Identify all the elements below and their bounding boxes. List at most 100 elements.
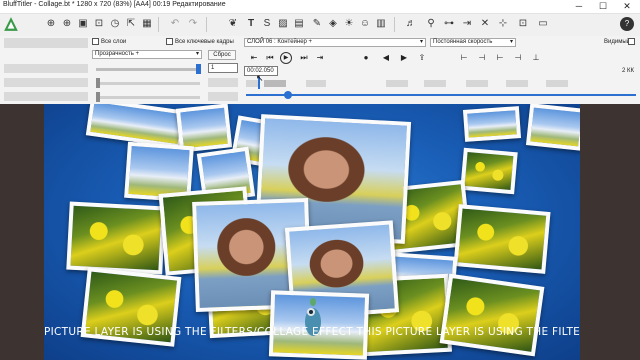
next-keyframe-icon[interactable]: ▶ — [398, 52, 410, 64]
collage-photo — [462, 106, 522, 142]
person-icon[interactable]: ☺ — [358, 17, 372, 31]
timeline-segment — [546, 80, 568, 87]
collage-photo — [460, 147, 518, 195]
jump-start-icon[interactable]: ⇤ — [248, 52, 260, 64]
collage-photo — [66, 201, 166, 275]
collage-photo — [453, 204, 551, 274]
text-layer-icon[interactable]: T — [244, 17, 258, 31]
title-bar: BluffTitler - Collage.bt * 1280 x 720 (8… — [0, 0, 640, 14]
slider-thumb-2[interactable] — [96, 78, 100, 88]
tool-c-icon[interactable]: ⇥ — [460, 17, 474, 31]
timeline-segment — [424, 80, 446, 87]
tool-a-icon[interactable]: ⚲ — [424, 17, 438, 31]
play-button[interactable]: ▶ — [280, 52, 292, 64]
visible-label: Видимый — [604, 39, 630, 45]
tool-g-icon[interactable]: ▭ — [536, 17, 550, 31]
slider-track-3[interactable] — [96, 96, 200, 99]
speed-dropdown[interactable]: Постоянная скорость ▾ — [430, 38, 516, 47]
timeline-playhead[interactable] — [284, 91, 292, 99]
close-button[interactable]: ✕ — [616, 0, 638, 13]
timeline-segment — [264, 80, 286, 87]
grid-icon[interactable]: ▦ — [140, 17, 154, 31]
timeline-segment — [506, 80, 528, 87]
all-keyframes-checkbox[interactable] — [166, 38, 173, 45]
speed-dropdown-value: Постоянная скорость — [433, 39, 493, 45]
folder-icon[interactable]: ⇱ — [124, 17, 138, 31]
visible-checkbox[interactable] — [628, 38, 635, 45]
audio-icon[interactable]: ♬ — [404, 17, 418, 31]
all-layers-checkbox[interactable] — [92, 38, 99, 45]
panel-slot — [208, 78, 238, 87]
transparency-slider-thumb[interactable] — [196, 64, 201, 74]
distribute-icon[interactable]: ⊥ — [530, 52, 542, 64]
minimize-button[interactable]: ─ — [568, 0, 590, 13]
save-icon[interactable]: ▣ — [76, 17, 90, 31]
slider-thumb-3[interactable] — [96, 92, 100, 102]
keyframe-dot-icon[interactable]: ● — [360, 52, 372, 64]
add-layer-icon[interactable]: ⊕ — [60, 17, 74, 31]
redo-icon[interactable]: ↷ — [186, 17, 200, 31]
all-layers-label: Все слои — [101, 39, 127, 45]
chevron-down-icon: ▾ — [419, 39, 423, 45]
open-icon[interactable]: ⊡ — [92, 17, 106, 31]
value-input[interactable]: 1 — [208, 63, 238, 73]
undo-icon[interactable]: ↶ — [168, 17, 182, 31]
toolbar-separator — [394, 17, 395, 32]
prev-keyframe-icon[interactable]: ◀ — [380, 52, 392, 64]
timeline-track[interactable] — [246, 94, 636, 96]
slider-track-2[interactable] — [96, 82, 200, 85]
render-preview[interactable] — [44, 104, 580, 360]
align-center-right-icon[interactable]: ⊢ — [494, 52, 506, 64]
panel-slot — [4, 78, 88, 87]
property-dropdown-value: Прозрачность + — [95, 51, 140, 57]
chevron-down-icon: ▾ — [195, 51, 199, 57]
tool-e-icon[interactable]: ⊹ — [496, 17, 510, 31]
window-title: BluffTitler - Collage.bt * 1280 x 720 (8… — [3, 1, 226, 8]
all-keyframes-label: Все ключевые кадры — [175, 39, 234, 45]
prev-frame-icon[interactable]: ⏮ — [264, 52, 276, 64]
next-frame-icon[interactable]: ⏭ — [298, 52, 310, 64]
maximize-button[interactable]: ☐ — [592, 0, 614, 13]
panel-slot — [208, 92, 238, 101]
scrolling-text-ticker: PICTURE LAYER IS USING THE FILTERS/COLLA… — [44, 326, 580, 338]
plugin-icon[interactable]: ✎ — [310, 17, 324, 31]
panel-slot — [4, 38, 88, 48]
reset-button[interactable]: Сброс — [208, 50, 236, 60]
main-toolbar: ⊕ ⊕ ▣ ⊡ ◷ ⇱ ▦ ↶ ↷ ❦ T S ▨ ▤ ✎ ◈ ☀ ☺ ▥ ♬ … — [0, 14, 640, 36]
layer-dropdown[interactable]: СЛОЙ 06 : Контейнер + ▾ — [244, 38, 426, 47]
collage-photo — [525, 104, 580, 151]
new-show-icon[interactable]: ⊕ — [44, 17, 58, 31]
timeline-segment — [386, 80, 408, 87]
jump-end-icon[interactable]: ⇥ — [314, 52, 326, 64]
ruler-icon[interactable]: ▥ — [374, 17, 388, 31]
toolbar-separator — [158, 17, 159, 32]
panel-slot — [4, 92, 88, 101]
property-dropdown[interactable]: Прозрачность + ▾ — [92, 50, 202, 59]
timer-icon[interactable]: ◷ — [108, 17, 122, 31]
video-layer-icon[interactable]: ▤ — [292, 17, 306, 31]
keyframe-count: 2 КК — [622, 68, 634, 74]
transparency-slider-track[interactable] — [96, 68, 200, 71]
tool-b-icon[interactable]: ⊶ — [442, 17, 456, 31]
chevron-down-icon: ▾ — [509, 39, 513, 45]
paint-icon[interactable]: ❦ — [226, 17, 240, 31]
picture-layer-icon[interactable]: ▨ — [276, 17, 290, 31]
logo-icon[interactable] — [3, 16, 19, 32]
mouse-cursor-icon: ↖ — [256, 73, 264, 83]
layer-dropdown-value: СЛОЙ 06 : Контейнер + — [247, 39, 313, 45]
align-left-icon[interactable]: ⊢ — [458, 52, 470, 64]
export-icon[interactable]: ⇪ — [416, 52, 428, 64]
tool-f-icon[interactable]: ⊡ — [516, 17, 530, 31]
s-layer-icon[interactable]: S — [260, 17, 274, 31]
tool-d-icon[interactable]: ✕ — [478, 17, 492, 31]
lightbulb-icon[interactable]: ☀ — [342, 17, 356, 31]
timeline-segment — [466, 80, 488, 87]
bluff-titler-window: PICTURE LAYER IS USING THE FILTERS/COLLA… — [0, 0, 640, 360]
help-icon[interactable]: ? — [620, 17, 634, 31]
align-right-icon[interactable]: ⊣ — [512, 52, 524, 64]
collage-photo — [439, 273, 545, 357]
timeline-segment — [306, 80, 326, 87]
draw-icon[interactable]: ◈ — [326, 17, 340, 31]
align-center-left-icon[interactable]: ⊣ — [476, 52, 488, 64]
toolbar-separator — [206, 17, 207, 32]
